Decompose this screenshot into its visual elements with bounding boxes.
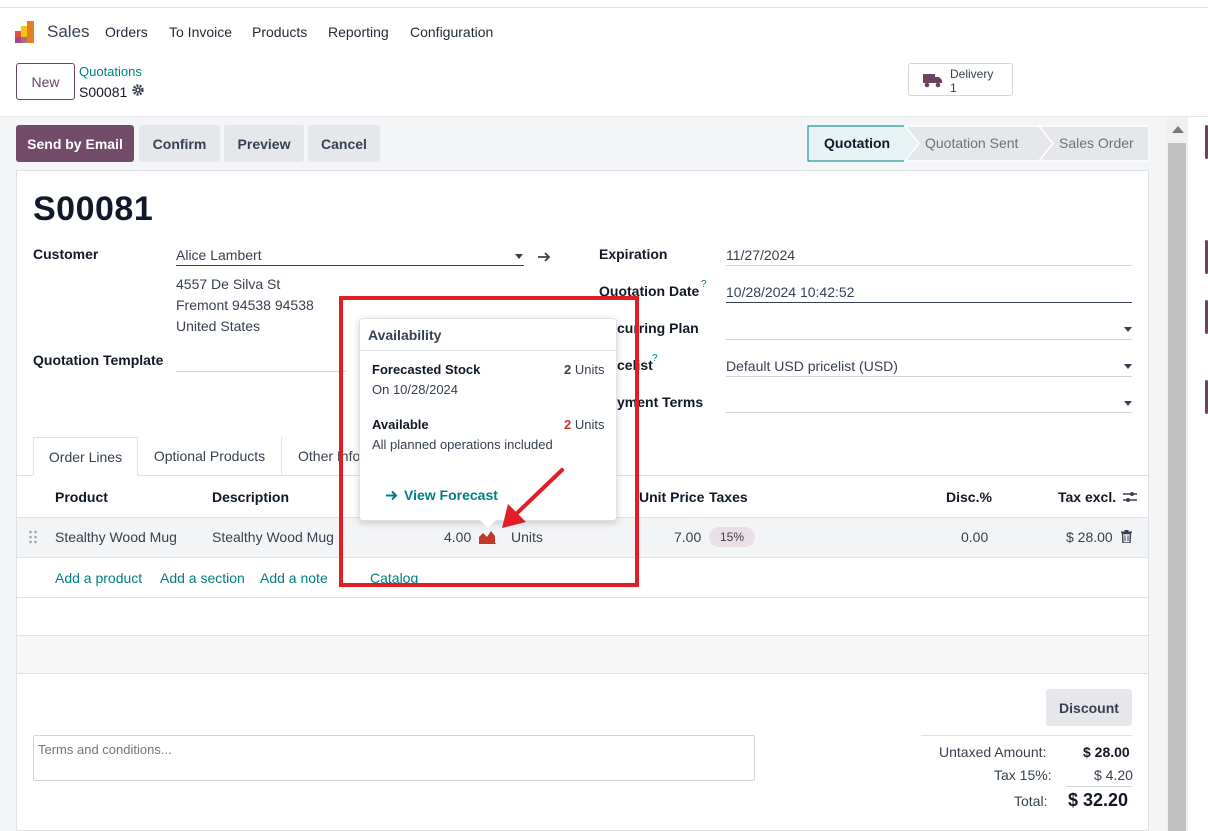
menu-to-invoice[interactable]: To Invoice: [169, 24, 232, 40]
cell-product[interactable]: Stealthy Wood Mug: [55, 529, 177, 545]
truck-icon: [923, 74, 942, 88]
table-footer-band: [17, 636, 1148, 673]
col-taxes[interactable]: Taxes: [709, 489, 748, 505]
col-discount[interactable]: Disc.%: [946, 489, 992, 505]
stage-quotation-sent[interactable]: Quotation Sent: [925, 125, 1018, 162]
quotation-date-underline: [726, 302, 1132, 303]
breadcrumb-quotations[interactable]: Quotations: [79, 64, 142, 79]
terms-input[interactable]: [33, 735, 755, 781]
cancel-button[interactable]: Cancel: [308, 125, 380, 162]
cell-discount[interactable]: 0.00: [961, 529, 988, 545]
drag-handle-icon[interactable]: [28, 530, 38, 544]
customer-underline: [176, 265, 524, 266]
menu-configuration[interactable]: Configuration: [410, 24, 493, 40]
table-divider: [17, 673, 1148, 674]
arrow-right-icon[interactable]: [537, 250, 551, 264]
pricelist-underline: [726, 376, 1132, 377]
col-description[interactable]: Description: [212, 489, 289, 505]
expiration-input[interactable]: 11/27/2024: [726, 247, 795, 263]
tab-order-lines[interactable]: Order Lines: [33, 437, 138, 476]
pricelist-input[interactable]: Default USD pricelist (USD): [726, 358, 898, 374]
delivery-label: Delivery: [950, 67, 994, 81]
control-panel: New Quotations S00081 Delivery 1: [0, 55, 1208, 117]
help-icon[interactable]: ?: [652, 353, 658, 364]
sales-app-icon[interactable]: [15, 21, 37, 43]
top-border: [0, 0, 1208, 8]
col-tax-excl[interactable]: Tax excl.: [1058, 489, 1116, 505]
scrollbar-thumb[interactable]: [1168, 143, 1186, 831]
customer-input[interactable]: Alice Lambert: [176, 247, 262, 263]
app-name[interactable]: Sales: [47, 22, 90, 42]
add-note-link[interactable]: Add a note: [260, 570, 328, 586]
customer-label: Customer: [33, 246, 99, 262]
chevron-down-icon[interactable]: [1124, 327, 1132, 332]
column-settings-icon[interactable]: [1122, 489, 1138, 505]
tab-optional-products[interactable]: Optional Products: [138, 437, 282, 476]
totals-divider: [921, 735, 1132, 736]
totals-divider: [1066, 786, 1132, 787]
tax-value: $ 4.20: [1094, 767, 1133, 783]
chatter-edge: [1188, 117, 1208, 831]
navbar: Sales Orders To Invoice Products Reporti…: [0, 9, 1208, 55]
add-product-link[interactable]: Add a product: [55, 570, 142, 586]
chevron-down-icon[interactable]: [515, 254, 523, 259]
address-line2: Fremont 94538 94538: [176, 297, 314, 313]
menu-reporting[interactable]: Reporting: [328, 24, 389, 40]
col-product[interactable]: Product: [55, 489, 108, 505]
send-by-email-button[interactable]: Send by Email: [16, 125, 134, 162]
quotation-template-label: Quotation Template: [33, 352, 164, 368]
cell-description[interactable]: Stealthy Wood Mug: [212, 529, 334, 545]
quotation-date-input[interactable]: 10/28/2024 10:42:52: [726, 284, 854, 300]
quotation-template-input[interactable]: [176, 371, 346, 372]
chevron-down-icon[interactable]: [1124, 364, 1132, 369]
total-label: Total:: [1014, 793, 1048, 809]
discount-button[interactable]: Discount: [1046, 689, 1132, 726]
col-unit-price[interactable]: Unit Price: [639, 489, 704, 505]
record-title: S00081: [33, 190, 154, 228]
delivery-count: 1: [950, 81, 957, 95]
table-divider: [17, 597, 1148, 598]
annotation-arrow-icon: [502, 468, 564, 528]
payment-terms-input[interactable]: [726, 412, 1132, 413]
trash-icon[interactable]: [1121, 530, 1132, 543]
untaxed-label: Untaxed Amount:: [939, 744, 1047, 760]
tax-label: Tax 15%:: [994, 767, 1052, 783]
breadcrumb-current: S00081: [79, 84, 128, 100]
help-icon[interactable]: ?: [701, 279, 707, 290]
address-line3: United States: [176, 318, 261, 334]
tax-badge[interactable]: 15%: [709, 527, 755, 547]
menu-orders[interactable]: Orders: [105, 24, 148, 40]
scroll-up-arrow[interactable]: [1172, 126, 1184, 133]
add-section-link[interactable]: Add a section: [160, 570, 245, 586]
delivery-smart-button[interactable]: Delivery 1: [908, 63, 1013, 96]
preview-button[interactable]: Preview: [224, 125, 304, 162]
cell-subtotal: $ 28.00: [1066, 529, 1113, 545]
menu-products[interactable]: Products: [252, 24, 307, 40]
address-line1: 4557 De Silva St: [176, 276, 281, 292]
cell-unit-price[interactable]: 7.00: [674, 529, 701, 545]
expiration-underline: [726, 265, 1132, 266]
untaxed-value: $ 28.00: [1083, 744, 1130, 760]
gear-icon[interactable]: [131, 83, 145, 97]
new-button[interactable]: New: [16, 63, 75, 100]
annotation-highlight-box: [339, 296, 639, 587]
status-bar: Quotation Quotation Sent Sales Order: [807, 125, 1149, 162]
chevron-down-icon[interactable]: [1124, 401, 1132, 406]
expiration-label: Expiration: [599, 246, 668, 262]
stage-quotation[interactable]: Quotation: [824, 125, 890, 162]
total-value: $ 32.20: [1068, 790, 1129, 810]
recurring-plan-input[interactable]: [726, 339, 1132, 340]
stage-sales-order[interactable]: Sales Order: [1059, 125, 1134, 162]
confirm-button[interactable]: Confirm: [139, 125, 220, 162]
